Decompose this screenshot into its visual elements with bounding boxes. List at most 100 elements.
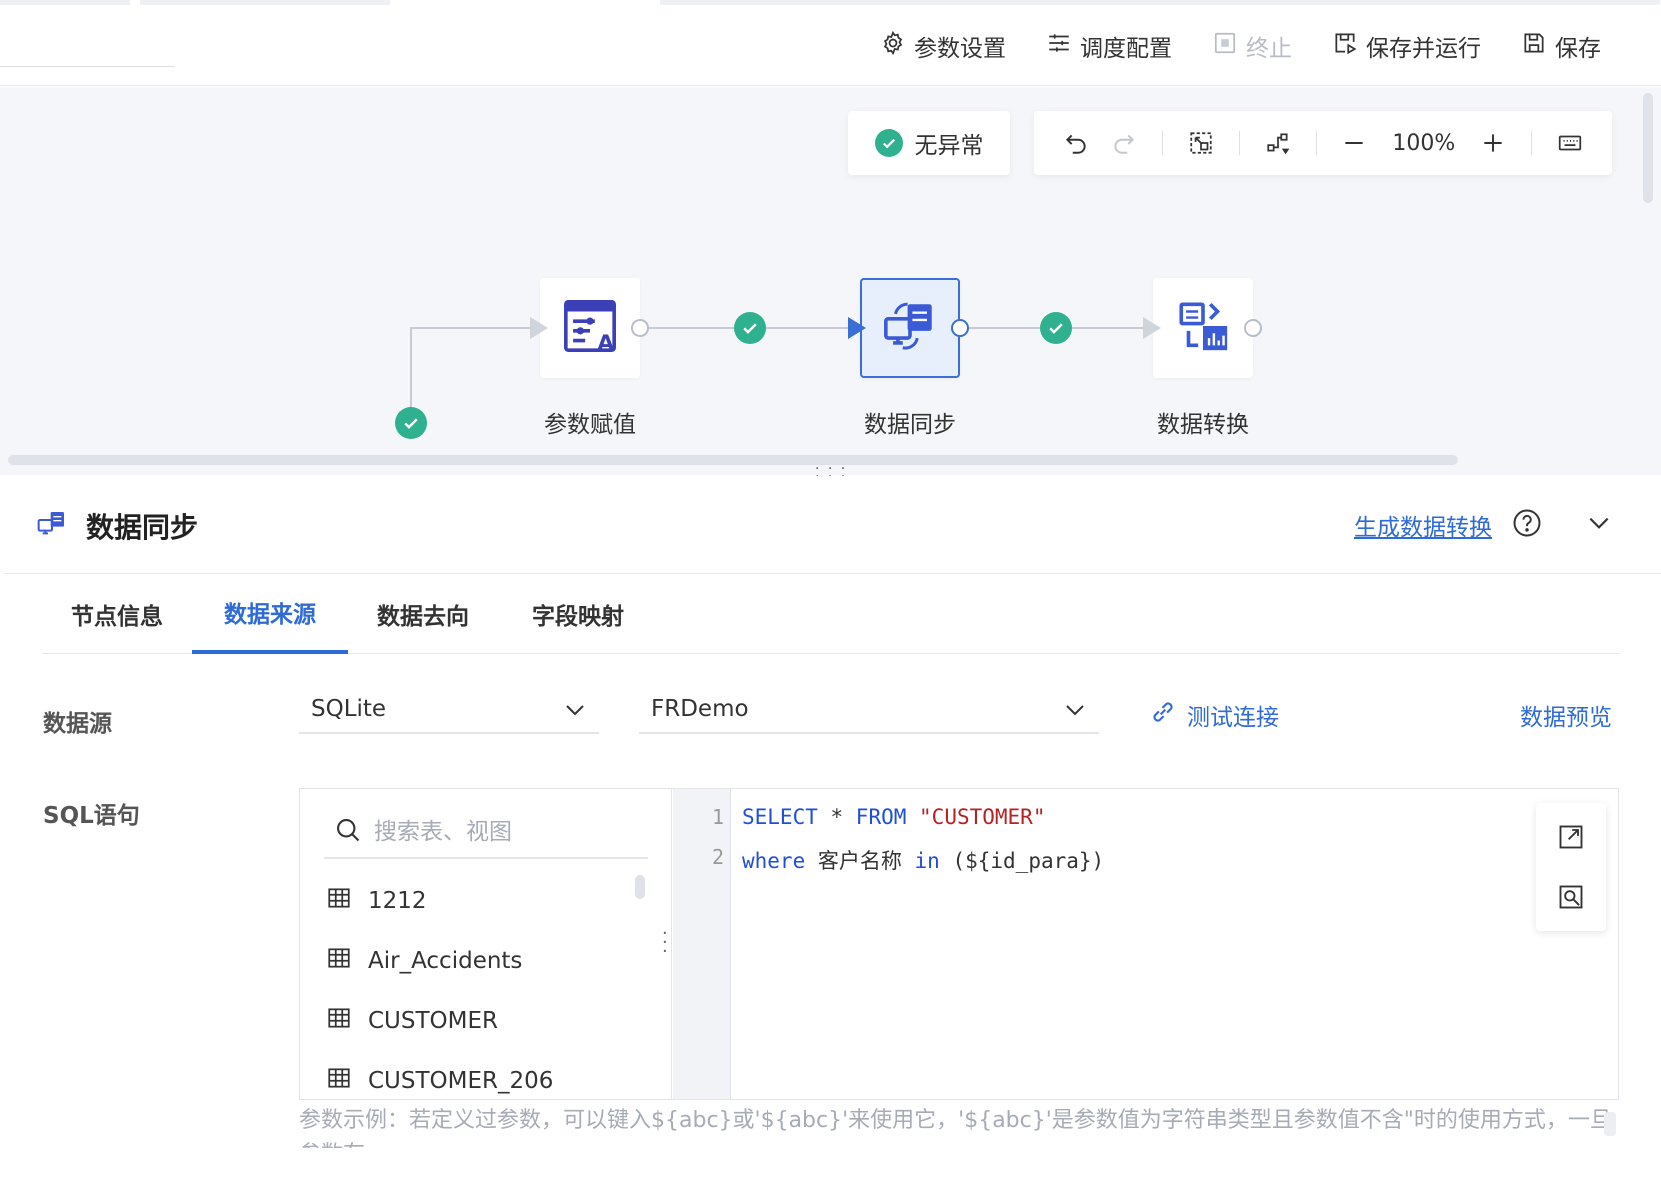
- gear-icon: [880, 30, 906, 62]
- test-connection-link[interactable]: 测试连接: [1149, 698, 1279, 732]
- help-icon[interactable]: [1512, 508, 1542, 538]
- datasource-name-select[interactable]: FRDemo: [639, 686, 1099, 734]
- code-line: where 客户名称 in (${id_para}): [742, 845, 1104, 875]
- params-settings-label: 参数设置: [914, 36, 1006, 62]
- list-item[interactable]: 1212: [324, 871, 634, 931]
- edge-success-icon: [734, 312, 766, 344]
- line-number: 1: [711, 805, 724, 829]
- format-icon[interactable]: [1557, 883, 1585, 911]
- edge-success-icon: [395, 407, 427, 439]
- node-label: 数据同步: [864, 412, 956, 438]
- input-port: [530, 317, 548, 339]
- editor-tools: [1536, 803, 1606, 931]
- divider: [1238, 131, 1240, 155]
- table-name: CUSTOMER: [368, 1008, 499, 1034]
- expand-icon[interactable]: [1557, 823, 1585, 851]
- datasource-label: 数据源: [43, 711, 112, 737]
- output-port[interactable]: [631, 319, 649, 337]
- tab-strip: [0, 0, 1661, 5]
- line-number-gutter: 1 2: [673, 789, 731, 1099]
- terminate-button[interactable]: 终止: [1192, 28, 1312, 64]
- left-divider: [0, 66, 175, 67]
- sql-code-editor[interactable]: SELECT * FROM "CUSTOMER" where 客户名称 in (…: [732, 789, 1618, 1099]
- datasource-type-select[interactable]: SQLite: [299, 686, 599, 734]
- generate-transform-link[interactable]: 生成数据转换: [1354, 508, 1492, 542]
- list-item[interactable]: CUSTOMER_206: [324, 1051, 634, 1111]
- svg-text:A: A: [597, 331, 614, 355]
- search-icon: [334, 816, 362, 848]
- save-button[interactable]: 保存: [1501, 28, 1621, 64]
- param-assign-icon: A: [561, 297, 619, 359]
- chevron-down-icon: [1063, 698, 1087, 722]
- status-text: 无异常: [914, 133, 984, 159]
- save-icon: [1521, 30, 1547, 62]
- sliders-icon: [1046, 30, 1072, 62]
- node-label: 参数赋值: [544, 412, 636, 438]
- flow-canvas[interactable]: 无异常 100% A 参数赋值 数据同步 数据转换: [0, 87, 1661, 475]
- node-data-transform[interactable]: [1153, 278, 1253, 378]
- tab-node-info[interactable]: 节点信息: [42, 574, 192, 654]
- app-root: 参数设置 调度配置 终止 保存并运行 保存 无异常 100% A 参数赋值 数据…: [0, 0, 1661, 1178]
- divider: [1531, 131, 1533, 155]
- params-settings-button[interactable]: 参数设置: [860, 28, 1026, 64]
- node-param-assign[interactable]: A: [540, 278, 640, 378]
- sql-keyword: FROM: [855, 805, 907, 829]
- divider: [1315, 131, 1317, 155]
- list-item[interactable]: CUSTOMER: [324, 991, 634, 1051]
- status-indicator: 无异常: [848, 111, 1010, 175]
- test-connection-label: 测试连接: [1187, 705, 1279, 731]
- undo-icon[interactable]: [1062, 128, 1090, 158]
- zoom-out-icon[interactable]: [1340, 128, 1368, 158]
- top-toolbar-bar: 参数设置 调度配置 终止 保存并运行 保存: [0, 0, 1661, 86]
- tab-data-source[interactable]: 数据来源: [192, 574, 348, 654]
- sql-keyword: where: [742, 849, 806, 873]
- tab-field-mapping[interactable]: 字段映射: [498, 574, 658, 654]
- save-label: 保存: [1555, 36, 1601, 62]
- table-list-scrollbar[interactable]: [635, 875, 645, 899]
- chevron-down-icon: [563, 698, 587, 722]
- schedule-config-button[interactable]: 调度配置: [1026, 28, 1192, 64]
- line-number: 2: [711, 845, 724, 869]
- layout-dropdown-icon[interactable]: [1264, 128, 1292, 158]
- hint-scrollbar[interactable]: [1604, 1112, 1616, 1136]
- output-port[interactable]: [1244, 319, 1262, 337]
- flow-edge: [410, 327, 412, 417]
- parameter-hint: 参数示例：若定义过参数，可以键入${abc}或'${abc}'来使用它，'${a…: [299, 1108, 1612, 1148]
- table-search-input[interactable]: [374, 819, 634, 845]
- zoom-level: 100%: [1392, 130, 1456, 156]
- canvas-horizontal-scrollbar[interactable]: [8, 455, 1458, 465]
- keyboard-icon[interactable]: [1556, 128, 1584, 158]
- sql-editor-container: 1212 Air_Accidents CUSTOMER CUSTOMER_206: [299, 788, 1619, 1100]
- output-port[interactable]: [951, 319, 969, 337]
- node-data-sync[interactable]: [860, 278, 960, 378]
- table-icon: [326, 1005, 352, 1037]
- list-item[interactable]: Air_Accidents: [324, 931, 634, 991]
- data-sync-icon: [881, 297, 939, 359]
- save-and-run-label: 保存并运行: [1366, 36, 1481, 62]
- table-name: CUSTOMER_206: [368, 1068, 554, 1094]
- fit-view-icon[interactable]: [1187, 128, 1215, 158]
- edge-success-icon: [1040, 312, 1072, 344]
- input-port: [1143, 317, 1161, 339]
- action-toolbar: 参数设置 调度配置 终止 保存并运行 保存: [860, 28, 1621, 64]
- table-name: Air_Accidents: [368, 948, 523, 974]
- flow-edge: [410, 327, 530, 329]
- chevron-down-icon[interactable]: [1586, 510, 1612, 536]
- zoom-in-icon[interactable]: [1479, 128, 1507, 158]
- divider: [1161, 131, 1163, 155]
- canvas-vertical-scrollbar[interactable]: [1643, 93, 1653, 203]
- panel-header: 数据同步 生成数据转换: [4, 476, 1661, 574]
- table-icon: [326, 945, 352, 977]
- data-preview-link[interactable]: 数据预览: [1520, 698, 1612, 732]
- stop-icon: [1212, 30, 1238, 62]
- redo-icon[interactable]: [1110, 128, 1138, 158]
- link-icon: [1149, 698, 1177, 732]
- input-port: [848, 317, 866, 339]
- table-icon: [326, 885, 352, 917]
- sql-label: SQL语句: [43, 803, 140, 829]
- sql-text: *: [817, 805, 856, 829]
- schedule-config-label: 调度配置: [1080, 36, 1172, 62]
- tab-data-target[interactable]: 数据去向: [348, 574, 498, 654]
- save-and-run-button[interactable]: 保存并运行: [1312, 28, 1501, 64]
